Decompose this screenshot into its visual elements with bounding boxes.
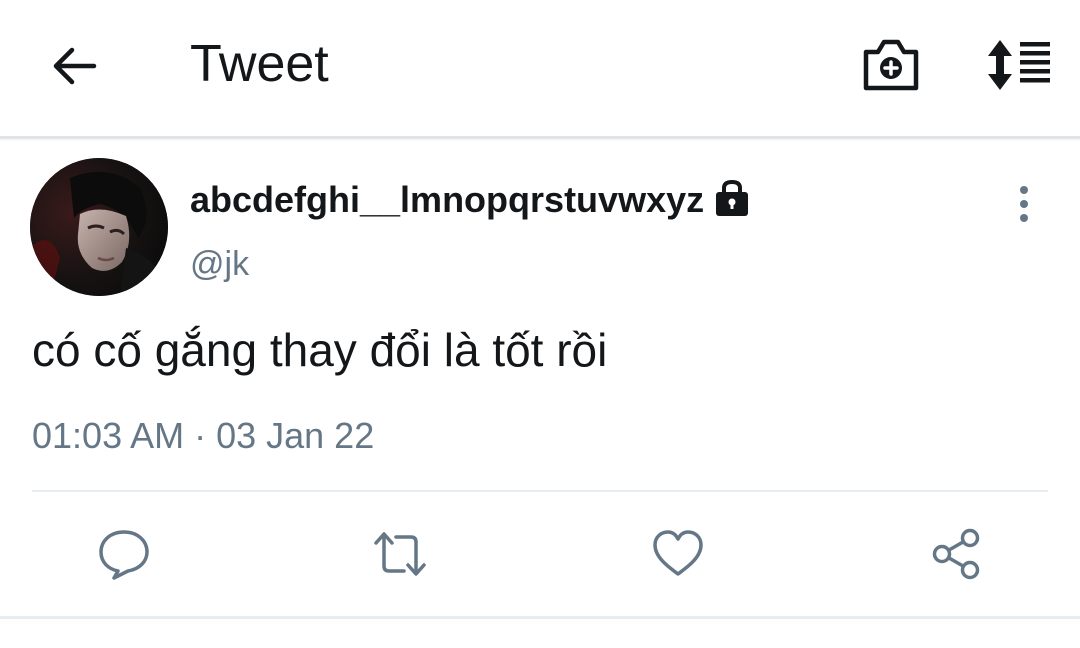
like-button[interactable] — [650, 526, 706, 582]
divider — [32, 490, 1048, 492]
retweet-button[interactable] — [372, 526, 428, 582]
avatar-image — [30, 158, 168, 296]
sort-list-icon — [988, 40, 1050, 90]
more-vertical-icon — [1020, 186, 1028, 222]
lock-icon — [716, 179, 749, 216]
author-handle[interactable]: @jk — [190, 243, 249, 285]
retweet-icon — [374, 532, 426, 576]
author-display-name[interactable]: abcdefghi__lmnopqrstuvwxyz — [190, 178, 752, 222]
heart-icon — [653, 530, 703, 576]
sort-replies-button[interactable] — [982, 38, 1054, 92]
camera-button[interactable] — [860, 36, 922, 94]
reply-icon — [99, 530, 149, 580]
back-button[interactable] — [48, 40, 100, 92]
share-icon — [932, 528, 980, 580]
more-options-button[interactable] — [1008, 184, 1040, 224]
arrow-left-icon — [53, 47, 97, 85]
tweet-text: có cố gắng thay đổi là tốt rồi — [32, 324, 608, 376]
share-button[interactable] — [928, 526, 984, 582]
page-title: Tweet — [190, 35, 329, 93]
reply-button[interactable] — [96, 526, 152, 582]
tweet-detail-screen: Tweet abcdefghi__lmnopqrstuvwxyz @jk có … — [0, 0, 1080, 648]
author-name-text: abcdefghi__lmnopqrstuvwxyz — [190, 179, 705, 220]
divider — [0, 616, 1080, 619]
tweet-timestamp: 01:03 AM · 03 Jan 22 — [32, 415, 375, 456]
top-app-bar: Tweet — [0, 0, 1080, 139]
camera-plus-icon — [863, 39, 919, 91]
avatar[interactable] — [30, 158, 168, 296]
